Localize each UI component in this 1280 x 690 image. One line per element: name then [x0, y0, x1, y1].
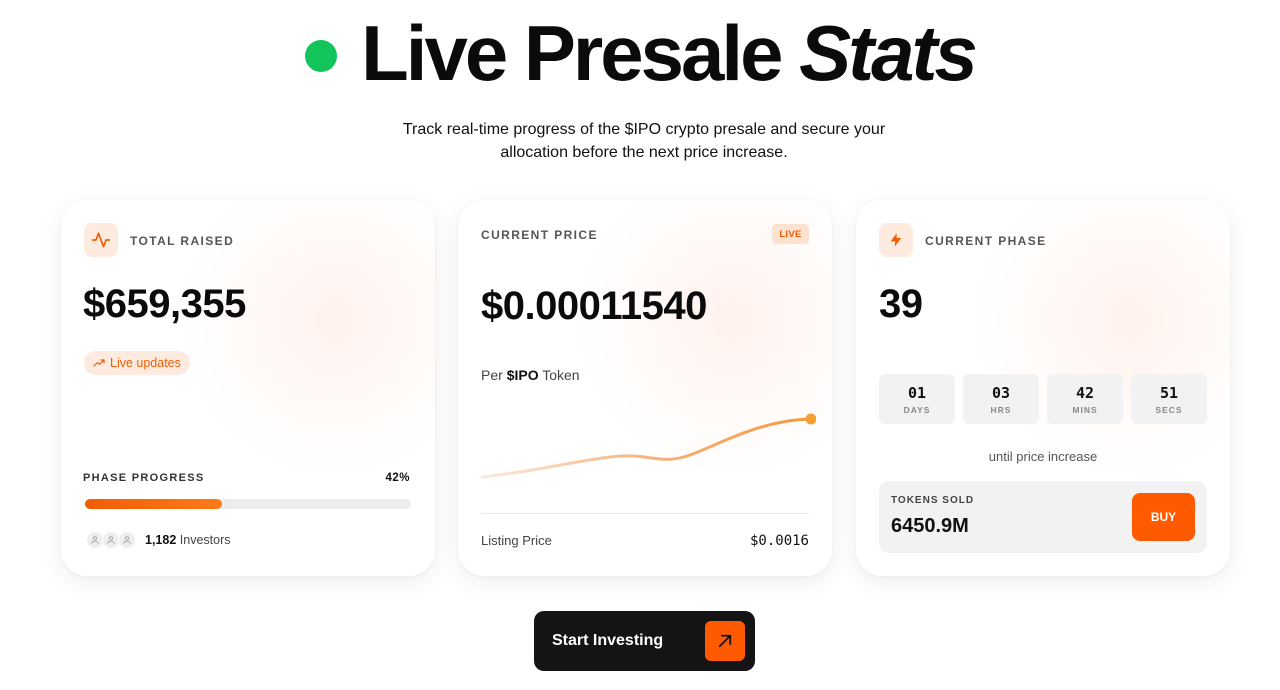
countdown-unit: SECS	[1155, 404, 1183, 415]
investors-number: 1,182	[145, 533, 177, 547]
current-phase-value: 39	[879, 282, 923, 326]
avatar	[118, 531, 136, 549]
start-investing-button[interactable]: Start Investing	[534, 611, 755, 671]
current-price-value: $0.00011540	[481, 284, 707, 328]
current-price-label: CURRENT PRICE	[481, 228, 598, 242]
countdown-hours: 03 HRS	[963, 374, 1039, 424]
until-price-increase-text: until price increase	[988, 449, 1098, 464]
tokens-sold-label: TOKENS SOLD	[891, 495, 975, 506]
price-divider	[481, 513, 809, 514]
per-token-symbol: $IPO	[506, 367, 539, 383]
per-suffix: Token	[542, 367, 580, 383]
live-updates-pill: Live updates	[84, 351, 190, 375]
sparkline-endpoint	[805, 413, 816, 425]
total-raised-label: TOTAL RAISED	[130, 234, 235, 248]
investor-avatars	[86, 531, 136, 549]
listing-price-value: $0.0016	[749, 533, 809, 549]
listing-price-label: Listing Price	[481, 533, 552, 548]
countdown-unit: MINS	[1072, 404, 1098, 415]
total-raised-value: $659,355	[83, 282, 246, 326]
investors-count: 1,182 Investors	[145, 533, 230, 547]
total-raised-card: TOTAL RAISED $659,355 Live updates PHASE…	[61, 200, 435, 576]
tokens-sold-value: 6450.9M	[891, 515, 969, 537]
start-investing-label: Start Investing	[552, 632, 664, 649]
current-phase-card: CURRENT PHASE 39 01 DAYS 03 HRS 42 MINS …	[856, 200, 1230, 576]
live-updates-text: Live updates	[110, 356, 181, 370]
countdown-unit: HRS	[990, 404, 1012, 415]
countdown-number: 42	[1075, 383, 1095, 402]
sparkline-path	[480, 417, 813, 479]
countdown-unit: DAYS	[903, 404, 931, 415]
per-prefix: Per	[481, 367, 503, 383]
current-price-card: CURRENT PRICE LIVE $0.00011540 Per $IPO …	[458, 200, 832, 576]
hero-section: Live Presale Stats Track real-time progr…	[0, 0, 1280, 190]
countdown-seconds: 51 SECS	[1131, 374, 1207, 424]
phase-progress-fill	[85, 499, 222, 509]
phase-progress-bar	[85, 499, 411, 509]
title-heading: Live Presale Stats	[361, 9, 978, 97]
lightning-icon	[879, 223, 913, 257]
countdown-number: 01	[907, 383, 927, 402]
title-main: Live Presale	[361, 9, 783, 97]
investors-text: Investors	[179, 533, 231, 547]
tokens-sold-panel: TOKENS SOLD 6450.9M BUY	[879, 481, 1207, 553]
price-trend-sparkline	[480, 413, 816, 479]
page-title: Live Presale Stats	[0, 10, 1280, 96]
phase-progress-percent: 42%	[385, 472, 410, 484]
countdown-timer: 01 DAYS 03 HRS 42 MINS 51 SECS	[879, 374, 1207, 424]
trending-up-icon	[93, 359, 105, 367]
page-subtitle: Track real-time progress of the $IPO cry…	[402, 121, 886, 161]
live-indicator-dot	[305, 40, 338, 72]
activity-icon	[84, 223, 118, 257]
countdown-days: 01 DAYS	[879, 374, 955, 424]
per-token-label: Per $IPO Token	[481, 367, 580, 383]
countdown-number: 51	[1159, 383, 1179, 402]
phase-progress-label: PHASE PROGRESS	[83, 472, 205, 484]
title-italic: Stats	[799, 9, 978, 97]
countdown-minutes: 42 MINS	[1047, 374, 1123, 424]
live-badge: LIVE	[772, 224, 809, 244]
arrow-up-right-icon	[705, 621, 745, 661]
buy-button[interactable]: BUY	[1132, 493, 1195, 541]
countdown-number: 03	[991, 383, 1011, 402]
current-phase-label: CURRENT PHASE	[925, 234, 1047, 248]
